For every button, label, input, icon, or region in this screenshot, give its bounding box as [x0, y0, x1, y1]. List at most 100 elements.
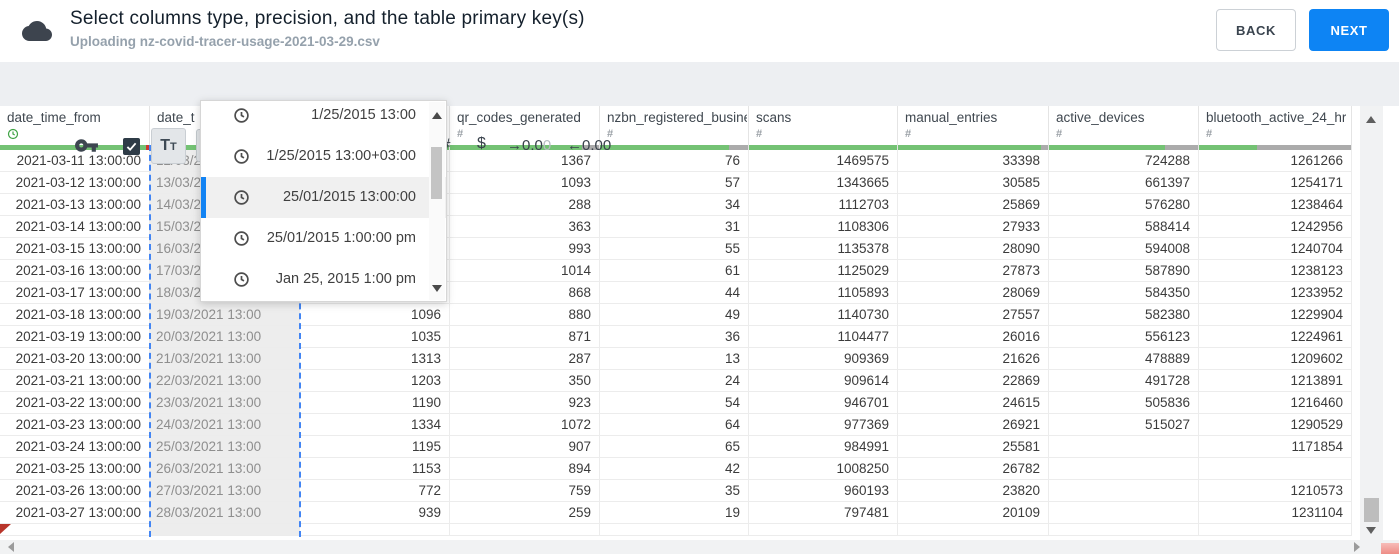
scroll-left-icon[interactable]: [8, 542, 14, 552]
table-cell[interactable]: 1210573: [1199, 480, 1352, 502]
table-cell[interactable]: 2021-03-21 13:00:00: [0, 370, 150, 392]
table-cell[interactable]: 288: [450, 194, 600, 216]
table-cell[interactable]: 28/03/2021 13:00: [150, 502, 300, 524]
table-cell[interactable]: 1171854: [1199, 436, 1352, 458]
date-format-option[interactable]: 25/01/2015 13:00:00: [201, 177, 446, 218]
table-cell[interactable]: 54: [600, 392, 749, 414]
table-cell[interactable]: [1049, 458, 1199, 480]
scroll-up-icon[interactable]: [1366, 116, 1376, 123]
table-cell[interactable]: 24/03/2021 13:00: [150, 414, 300, 436]
table-cell[interactable]: 1135378: [749, 238, 898, 260]
table-cell[interactable]: 515027: [1049, 414, 1199, 436]
table-cell[interactable]: 946701: [749, 392, 898, 414]
table-cell[interactable]: 2021-03-16 13:00:00: [0, 260, 150, 282]
table-cell[interactable]: 27/03/2021 13:00: [150, 480, 300, 502]
table-cell[interactable]: 1014: [450, 260, 600, 282]
table-cell[interactable]: 1343665: [749, 172, 898, 194]
table-cell[interactable]: 977369: [749, 414, 898, 436]
table-cell[interactable]: 27933: [898, 216, 1049, 238]
table-cell[interactable]: 36: [600, 326, 749, 348]
table-cell[interactable]: 28090: [898, 238, 1049, 260]
date-format-option[interactable]: Jan 25, 2015 1:00 pm: [201, 259, 446, 300]
table-cell[interactable]: 1231104: [1199, 502, 1352, 524]
table-cell[interactable]: 25581: [898, 436, 1049, 458]
vertical-scroll-thumb[interactable]: [1364, 498, 1379, 522]
date-format-option[interactable]: 25/01/2015 1:00:00 pm: [201, 218, 446, 259]
column-header-nzbn_registered_busine[interactable]: nzbn_registered_busine #: [600, 106, 749, 150]
table-cell[interactable]: 772: [300, 480, 450, 502]
table-cell[interactable]: 2021-03-26 13:00:00: [0, 480, 150, 502]
table-cell[interactable]: [1049, 480, 1199, 502]
table-cell[interactable]: 20/03/2021 13:00: [150, 326, 300, 348]
table-cell[interactable]: 21/03/2021 13:00: [150, 348, 300, 370]
table-cell[interactable]: 759: [450, 480, 600, 502]
table-cell[interactable]: 23820: [898, 480, 1049, 502]
table-cell[interactable]: 13: [600, 348, 749, 370]
table-cell[interactable]: 26782: [898, 458, 1049, 480]
table-cell[interactable]: 26016: [898, 326, 1049, 348]
table-cell[interactable]: 2021-03-24 13:00:00: [0, 436, 150, 458]
table-cell[interactable]: 1072: [450, 414, 600, 436]
table-cell[interactable]: 31: [600, 216, 749, 238]
table-cell[interactable]: 1233952: [1199, 282, 1352, 304]
table-cell[interactable]: 1242956: [1199, 216, 1352, 238]
table-cell[interactable]: 1190: [300, 392, 450, 414]
table-cell[interactable]: 1008250: [749, 458, 898, 480]
table-cell[interactable]: 871: [450, 326, 600, 348]
table-cell[interactable]: 55: [600, 238, 749, 260]
table-cell[interactable]: 1334: [300, 414, 450, 436]
menu-scroll-down-icon[interactable]: [432, 285, 442, 292]
table-cell[interactable]: 1093: [450, 172, 600, 194]
column-header-manual_entries[interactable]: manual_entries #: [898, 106, 1049, 150]
decrease-precision-button[interactable]: ←0.00: [567, 137, 611, 154]
table-cell[interactable]: 1140730: [749, 304, 898, 326]
table-cell[interactable]: 923: [450, 392, 600, 414]
table-cell[interactable]: 2021-03-19 13:00:00: [0, 326, 150, 348]
table-cell[interactable]: 61: [600, 260, 749, 282]
vertical-scrollbar[interactable]: [1360, 106, 1383, 540]
table-cell[interactable]: 797481: [749, 502, 898, 524]
table-cell[interactable]: 42: [600, 458, 749, 480]
table-cell[interactable]: 1254171: [1199, 172, 1352, 194]
table-cell[interactable]: 2021-03-20 13:00:00: [0, 348, 150, 370]
table-cell[interactable]: 1035: [300, 326, 450, 348]
table-cell[interactable]: 594008: [1049, 238, 1199, 260]
table-cell[interactable]: 26/03/2021 13:00: [150, 458, 300, 480]
table-cell[interactable]: 23/03/2021 13:00: [150, 392, 300, 414]
table-cell[interactable]: [1199, 458, 1352, 480]
table-cell[interactable]: 57: [600, 172, 749, 194]
scroll-down-icon[interactable]: [1366, 527, 1376, 534]
table-cell[interactable]: 33398: [898, 150, 1049, 172]
menu-scrollbar[interactable]: [429, 102, 445, 300]
table-cell[interactable]: 894: [450, 458, 600, 480]
table-cell[interactable]: 661397: [1049, 172, 1199, 194]
table-cell[interactable]: 1203: [300, 370, 450, 392]
primary-key-icon[interactable]: [74, 139, 99, 154]
table-cell[interactable]: 24615: [898, 392, 1049, 414]
table-cell[interactable]: 1125029: [749, 260, 898, 282]
table-cell[interactable]: 44: [600, 282, 749, 304]
table-cell[interactable]: 24: [600, 370, 749, 392]
table-cell[interactable]: 478889: [1049, 348, 1199, 370]
table-cell[interactable]: 582380: [1049, 304, 1199, 326]
back-button[interactable]: BACK: [1216, 9, 1296, 51]
menu-scroll-thumb[interactable]: [431, 147, 442, 199]
table-cell[interactable]: 2021-03-12 13:00:00: [0, 172, 150, 194]
table-cell[interactable]: 1112703: [749, 194, 898, 216]
currency-type-button[interactable]: $: [477, 135, 486, 153]
table-cell[interactable]: 909369: [749, 348, 898, 370]
table-cell[interactable]: 1224961: [1199, 326, 1352, 348]
table-cell[interactable]: 287: [450, 348, 600, 370]
table-cell[interactable]: 587890: [1049, 260, 1199, 282]
table-cell[interactable]: 350: [450, 370, 600, 392]
column-header-active_devices[interactable]: active_devices #: [1049, 106, 1199, 150]
table-cell[interactable]: 993: [450, 238, 600, 260]
table-cell[interactable]: 588414: [1049, 216, 1199, 238]
column-header-scans[interactable]: scans #: [749, 106, 898, 150]
table-cell[interactable]: 556123: [1049, 326, 1199, 348]
table-cell[interactable]: 49: [600, 304, 749, 326]
table-cell[interactable]: 2021-03-13 13:00:00: [0, 194, 150, 216]
table-cell[interactable]: 1105893: [749, 282, 898, 304]
table-cell[interactable]: 960193: [749, 480, 898, 502]
table-cell[interactable]: 2021-03-15 13:00:00: [0, 238, 150, 260]
